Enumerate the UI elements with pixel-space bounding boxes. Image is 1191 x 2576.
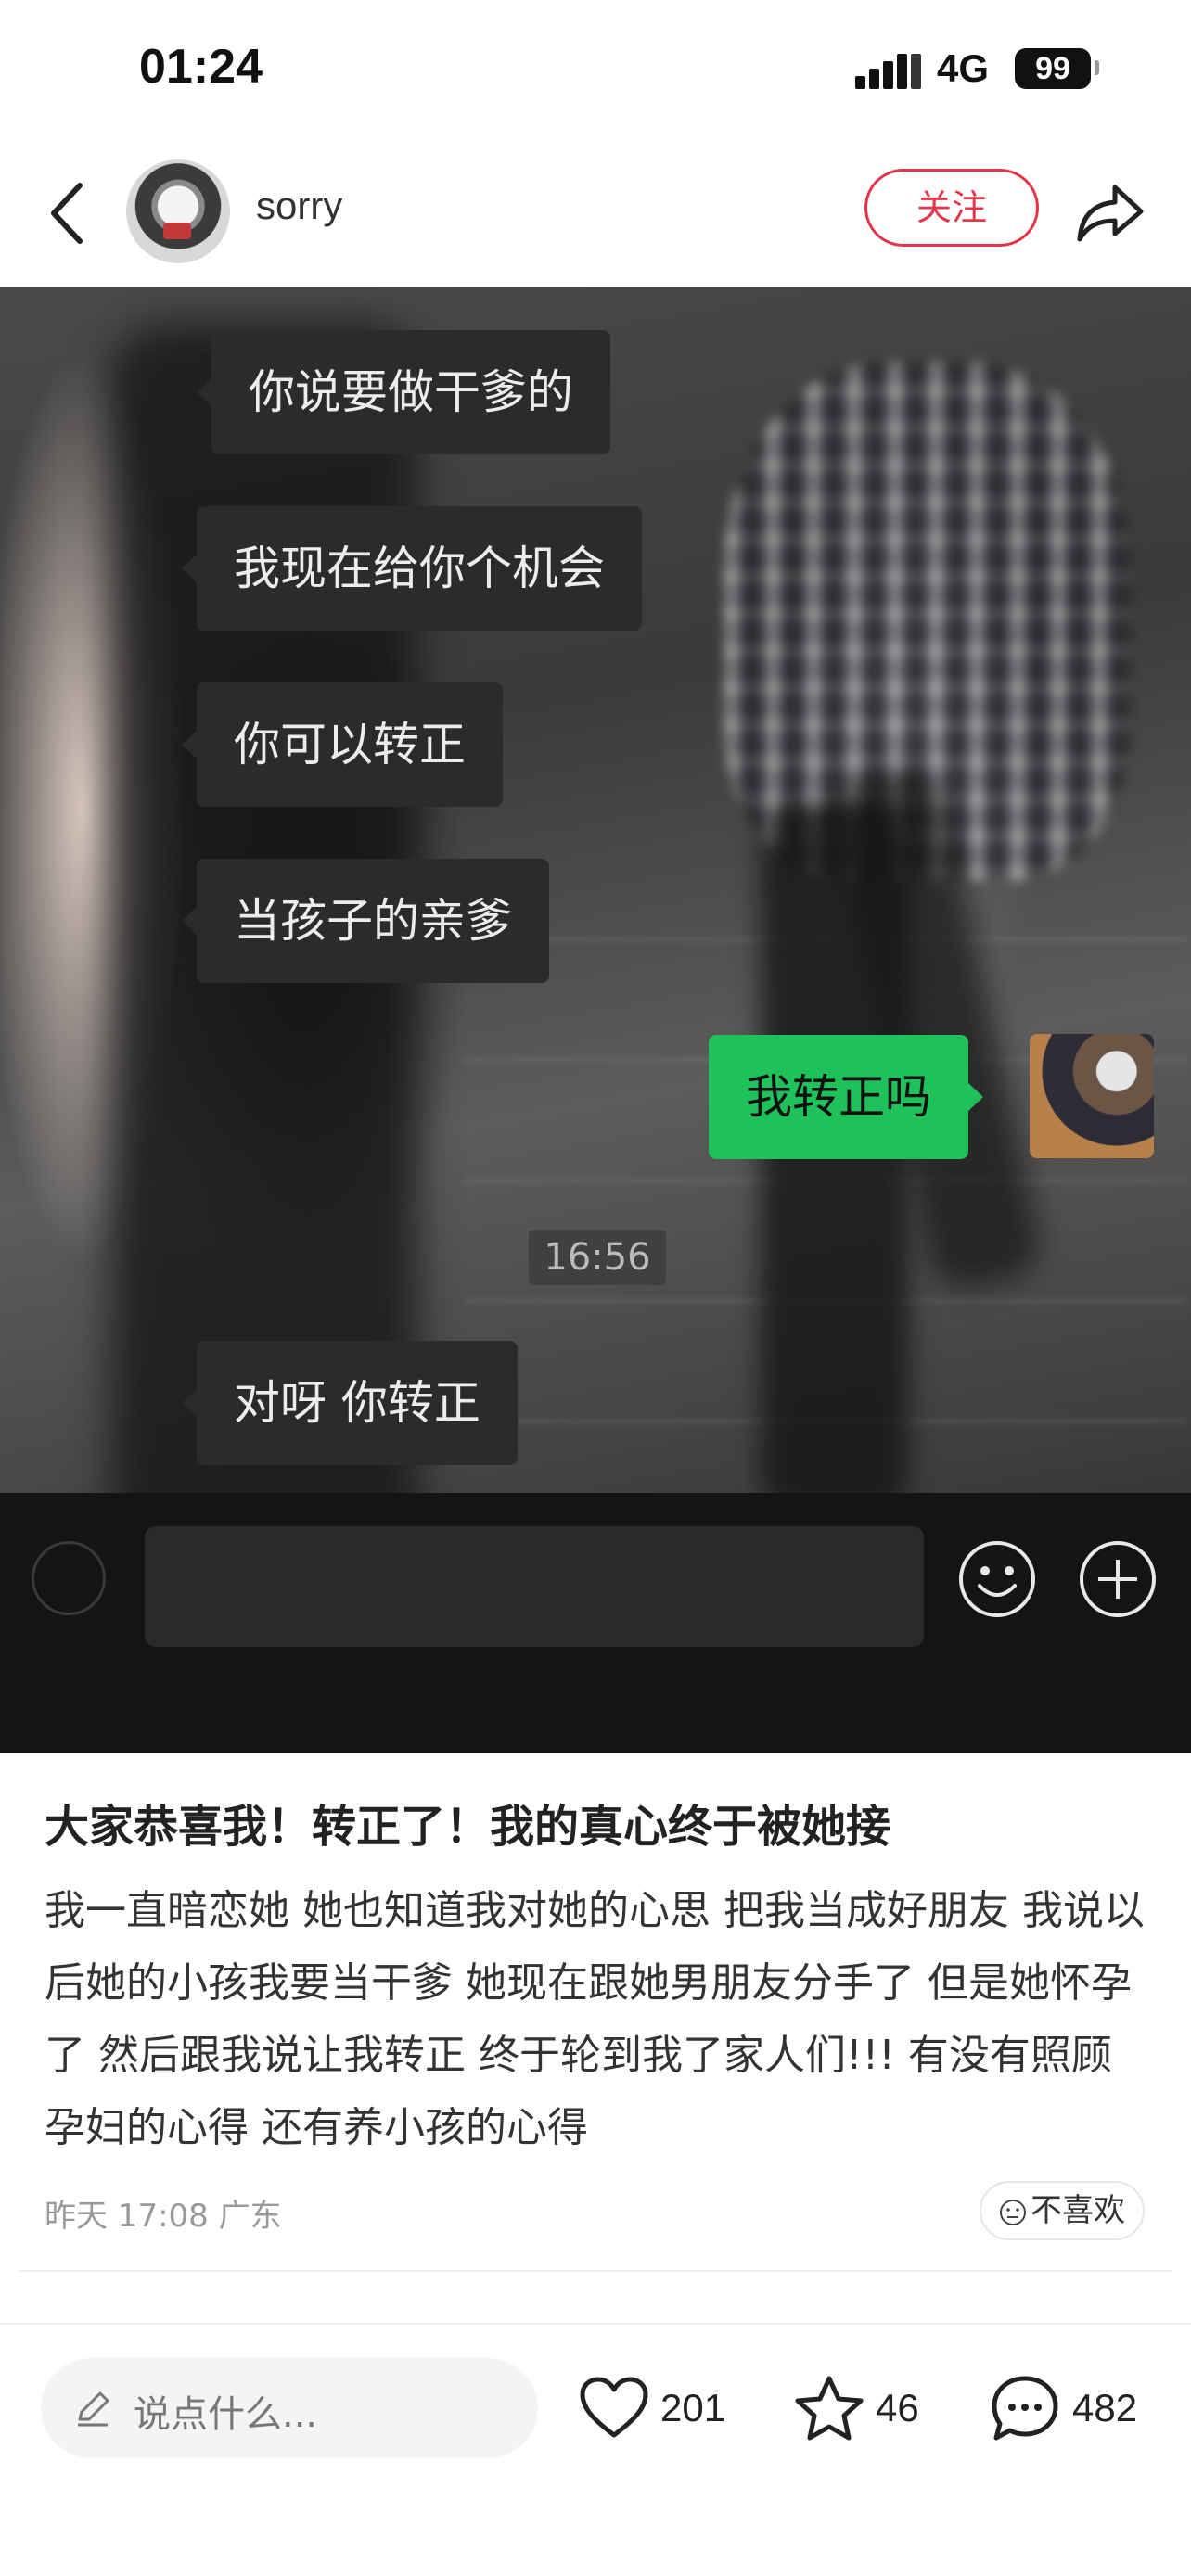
follow-button[interactable]: 关注	[864, 169, 1039, 247]
comment-placeholder: 说点什么...	[134, 2393, 318, 2436]
chat-bubble: 你可以转正	[182, 682, 503, 807]
author-name[interactable]: sorry	[256, 184, 342, 228]
status-time: 01:24	[139, 40, 263, 94]
share-button[interactable]	[1076, 176, 1146, 247]
chevron-left-icon	[51, 183, 83, 244]
dislike-label: 不喜欢	[1031, 2192, 1125, 2229]
chat-avatar	[1030, 1034, 1154, 1158]
divider	[19, 2270, 1172, 2272]
post-meta: 昨天 17:08 广东	[45, 2198, 282, 2235]
comment-icon	[992, 2376, 1058, 2441]
comment-button[interactable]: 482	[989, 2371, 1137, 2445]
voice-icon	[32, 1541, 106, 1615]
chat-bubble: 你说要做干爹的	[197, 330, 610, 454]
battery-cap	[1095, 60, 1099, 75]
post-media[interactable]: 你说要做干爹的 我现在给你个机会 你可以转正 当孩子的亲爹 我转正吗 16:56…	[0, 287, 1191, 1753]
like-button[interactable]: 201	[579, 2371, 725, 2445]
chat-bubble: 当孩子的亲爹	[182, 859, 549, 983]
chat-timestamp: 16:56	[529, 1230, 666, 1285]
comment-count: 482	[1072, 2386, 1138, 2429]
bottom-action-bar: 说点什么... 201 46 482	[0, 2323, 1191, 2501]
chat-bubble: 对呀 你转正	[182, 1341, 518, 1465]
star-icon	[795, 2376, 864, 2441]
dislike-button[interactable]: 不喜欢	[980, 2181, 1145, 2240]
network-type: 4G	[937, 46, 990, 90]
plus-icon	[1080, 1541, 1156, 1617]
neutral-face-icon	[1000, 2199, 1026, 2225]
comment-input[interactable]: 说点什么...	[41, 2358, 538, 2458]
status-bar: 01:24 4G 99	[0, 0, 1191, 139]
heart-icon	[580, 2377, 648, 2438]
back-button[interactable]	[46, 176, 93, 250]
chat-bubble: 我现在给你个机会	[182, 506, 642, 631]
chat-bubble-own: 我转正吗	[709, 1035, 983, 1159]
emoji-icon	[959, 1541, 1035, 1617]
post-title: 大家恭喜我！转正了！我的真心终于被她接	[45, 1801, 891, 1853]
like-count: 201	[660, 2386, 726, 2429]
signal-icon	[855, 52, 924, 89]
chat-input-bar	[0, 1493, 1191, 1753]
favorite-count: 46	[876, 2386, 919, 2429]
favorite-button[interactable]: 46	[794, 2371, 919, 2445]
share-icon	[1077, 185, 1144, 242]
pencil-icon	[78, 2391, 109, 2427]
avatar[interactable]	[126, 159, 230, 263]
battery-icon: 99	[1015, 48, 1091, 89]
post-header: sorry 关注	[0, 139, 1191, 287]
post-body: 我一直暗恋她 她也知道我对她的心思 把我当成好朋友 我说以后她的小孩我要当干爹 …	[45, 1887, 1145, 2151]
chat-text-field	[145, 1526, 924, 1647]
